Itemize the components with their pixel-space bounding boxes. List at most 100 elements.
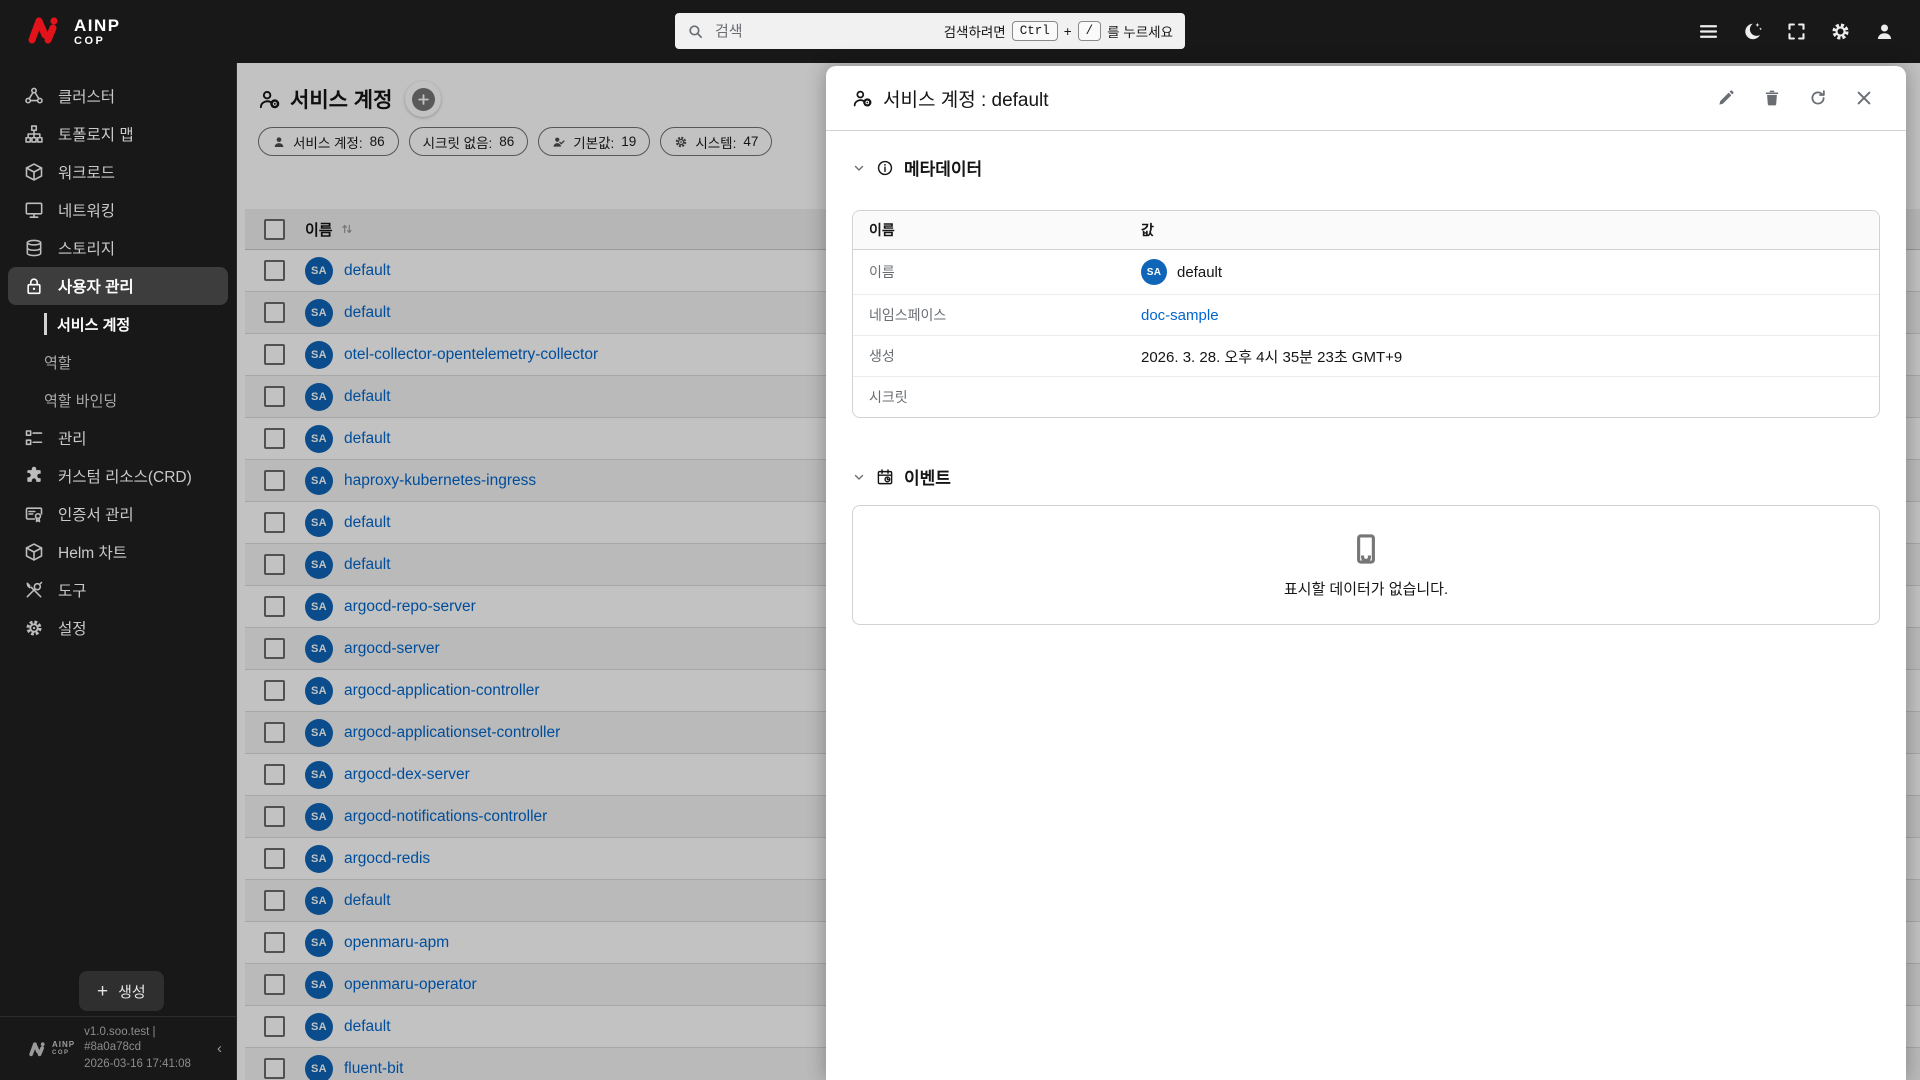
drawer-actions	[1710, 82, 1880, 114]
topbar-actions	[1690, 0, 1902, 63]
sidebar-subitem-label: 역할 바인딩	[44, 392, 118, 410]
metadata-section-header[interactable]: 메타데이터	[852, 155, 1880, 180]
plus-icon: +	[97, 980, 109, 1002]
global-search: 검색하려면 Ctrl + / 를 누르세요	[675, 13, 1185, 49]
edit-button[interactable]	[1710, 82, 1742, 114]
events-section-header[interactable]: 이벤트	[852, 464, 1880, 489]
sidebar-item-label: 사용자 관리	[58, 279, 134, 296]
empty-state-text: 표시할 데이터가 없습니다.	[1283, 580, 1449, 598]
user-icon	[1874, 21, 1895, 42]
metadata-label: 이름	[869, 264, 895, 280]
sidebar-subitem[interactable]: 역할 바인딩	[8, 381, 228, 419]
settings-button[interactable]	[1822, 14, 1858, 50]
sidebar-item[interactable]: 워크로드	[8, 153, 228, 191]
puzzle-icon	[24, 466, 44, 486]
sidebar-item-label: 네트워킹	[58, 203, 116, 220]
metadata-table-header: 이름 값	[853, 211, 1879, 250]
brand-sub: COP	[74, 34, 106, 47]
certificate-icon	[24, 504, 44, 524]
events-empty-state: 표시할 데이터가 없습니다.	[852, 505, 1880, 625]
tools-icon	[24, 580, 44, 600]
fullscreen-button[interactable]	[1778, 14, 1814, 50]
brand-name: AINP	[74, 15, 121, 35]
hint-suffix: 를 누르세요	[1107, 25, 1173, 40]
sidebar-item[interactable]: 네트워킹	[8, 191, 228, 229]
workload-icon	[24, 162, 44, 182]
meta-col-value: 값	[1141, 222, 1154, 238]
kbd-slash: /	[1077, 21, 1102, 41]
sidebar-item[interactable]: 스토리지	[8, 229, 228, 267]
sidebar-item[interactable]: 인증서 관리	[8, 495, 228, 533]
search-icon	[687, 23, 704, 40]
kbd-ctrl: Ctrl	[1011, 21, 1058, 41]
metadata-row: 이름 SA default	[853, 250, 1879, 295]
metadata-value: default	[1177, 263, 1223, 281]
metadata-label: 시크릿	[869, 389, 908, 405]
detail-drawer: 서비스 계정 : default 메타데이터 이름 값 이름 SA defaul…	[826, 66, 1906, 1080]
sidebar-subitem[interactable]: 서비스 계정	[8, 305, 228, 343]
sidebar-item[interactable]: 클러스터	[8, 77, 228, 115]
theme-toggle-button[interactable]	[1734, 14, 1770, 50]
network-icon	[24, 200, 44, 220]
create-button-label: 생성	[118, 983, 146, 1001]
metadata-row: 네임스페이스 doc-sample	[853, 295, 1879, 336]
sidebar-item[interactable]: 커스텀 리소스(CRD)	[8, 457, 228, 495]
hint-plus: +	[1063, 23, 1072, 39]
events-section-title: 이벤트	[904, 469, 951, 488]
trash-icon	[1763, 89, 1781, 107]
search-input[interactable]	[713, 21, 944, 41]
chevron-down-icon	[852, 470, 866, 484]
meta-col-name: 이름	[869, 222, 895, 238]
sidebar-collapse-button[interactable]: ‹	[213, 1036, 226, 1061]
footer-brand-sub: COP	[52, 1050, 70, 1057]
sidebar-item[interactable]: Helm 차트	[8, 533, 228, 571]
sidebar-item-label: 스토리지	[58, 241, 116, 258]
sidebar-nav: 클러스터토폴로지 맵워크로드네트워킹스토리지사용자 관리서비스 계정역할역할 바…	[0, 63, 236, 647]
sidebar-item[interactable]: 사용자 관리	[8, 267, 228, 305]
sidebar-subitem-label: 서비스 계정	[57, 316, 131, 334]
pencil-icon	[1717, 89, 1735, 107]
metadata-section-title: 메타데이터	[904, 160, 983, 179]
sidebar-subitem-label: 역할	[44, 354, 72, 372]
topbar: AINP COP 검색하려면 Ctrl + / 를 누르세요	[0, 0, 1920, 63]
refresh-button[interactable]	[1802, 82, 1834, 114]
helm-icon	[24, 542, 44, 562]
service-account-icon	[852, 88, 873, 109]
footer-brand-logo: AINP COP	[28, 1040, 75, 1057]
sidebar-item[interactable]: 설정	[8, 609, 228, 647]
create-button[interactable]: + 생성	[79, 971, 164, 1011]
sidebar-item-label: 인증서 관리	[58, 507, 134, 524]
search-shortcut-hint: 검색하려면 Ctrl + / 를 누르세요	[944, 21, 1173, 41]
menu-toggle-button[interactable]	[1690, 14, 1726, 50]
namespace-link[interactable]: doc-sample	[1141, 307, 1219, 324]
sidebar-item-label: 토폴로지 맵	[58, 127, 134, 144]
sidebar-item-label: 도구	[58, 583, 87, 600]
sidebar-item[interactable]: 관리	[8, 419, 228, 457]
drawer-content: 메타데이터 이름 값 이름 SA default 네임스페이스 doc-sample 생성…	[826, 131, 1906, 625]
metadata-label: 생성	[869, 348, 895, 364]
hamburger-icon	[1698, 21, 1719, 42]
calendar-clock-icon	[876, 468, 894, 486]
sidebar-item-label: 워크로드	[58, 165, 116, 182]
version-info: v1.0.soo.test | #8a0a78cd 2026-03-16 17:…	[84, 1025, 204, 1072]
sidebar-item[interactable]: 토폴로지 맵	[8, 115, 228, 153]
sidebar-item[interactable]: 도구	[8, 571, 228, 609]
gear-icon	[1830, 21, 1851, 42]
metadata-table: 이름 값 이름 SA default 네임스페이스 doc-sample 생성 2026. …	[852, 210, 1880, 418]
user-menu-button[interactable]	[1866, 14, 1902, 50]
sidebar-item-label: Helm 차트	[58, 545, 127, 562]
brand-mark-icon	[26, 13, 64, 50]
drawer-header: 서비스 계정 : default	[826, 66, 1906, 131]
refresh-icon	[1809, 89, 1827, 107]
close-drawer-button[interactable]	[1848, 82, 1880, 114]
close-icon	[1854, 88, 1874, 108]
tasks-icon	[24, 428, 44, 448]
sidebar-subitem[interactable]: 역할	[8, 343, 228, 381]
delete-button[interactable]	[1756, 82, 1788, 114]
metadata-label: 네임스페이스	[869, 307, 947, 323]
brand-logo[interactable]: AINP COP	[26, 13, 121, 50]
sa-badge: SA	[1141, 259, 1167, 285]
build-timestamp: 2026-03-16 17:41:08	[84, 1058, 191, 1071]
metadata-row: 생성 2026. 3. 28. 오후 4시 35분 23초 GMT+9	[853, 336, 1879, 377]
sidebar: 클러스터토폴로지 맵워크로드네트워킹스토리지사용자 관리서비스 계정역할역할 바…	[0, 63, 237, 1080]
